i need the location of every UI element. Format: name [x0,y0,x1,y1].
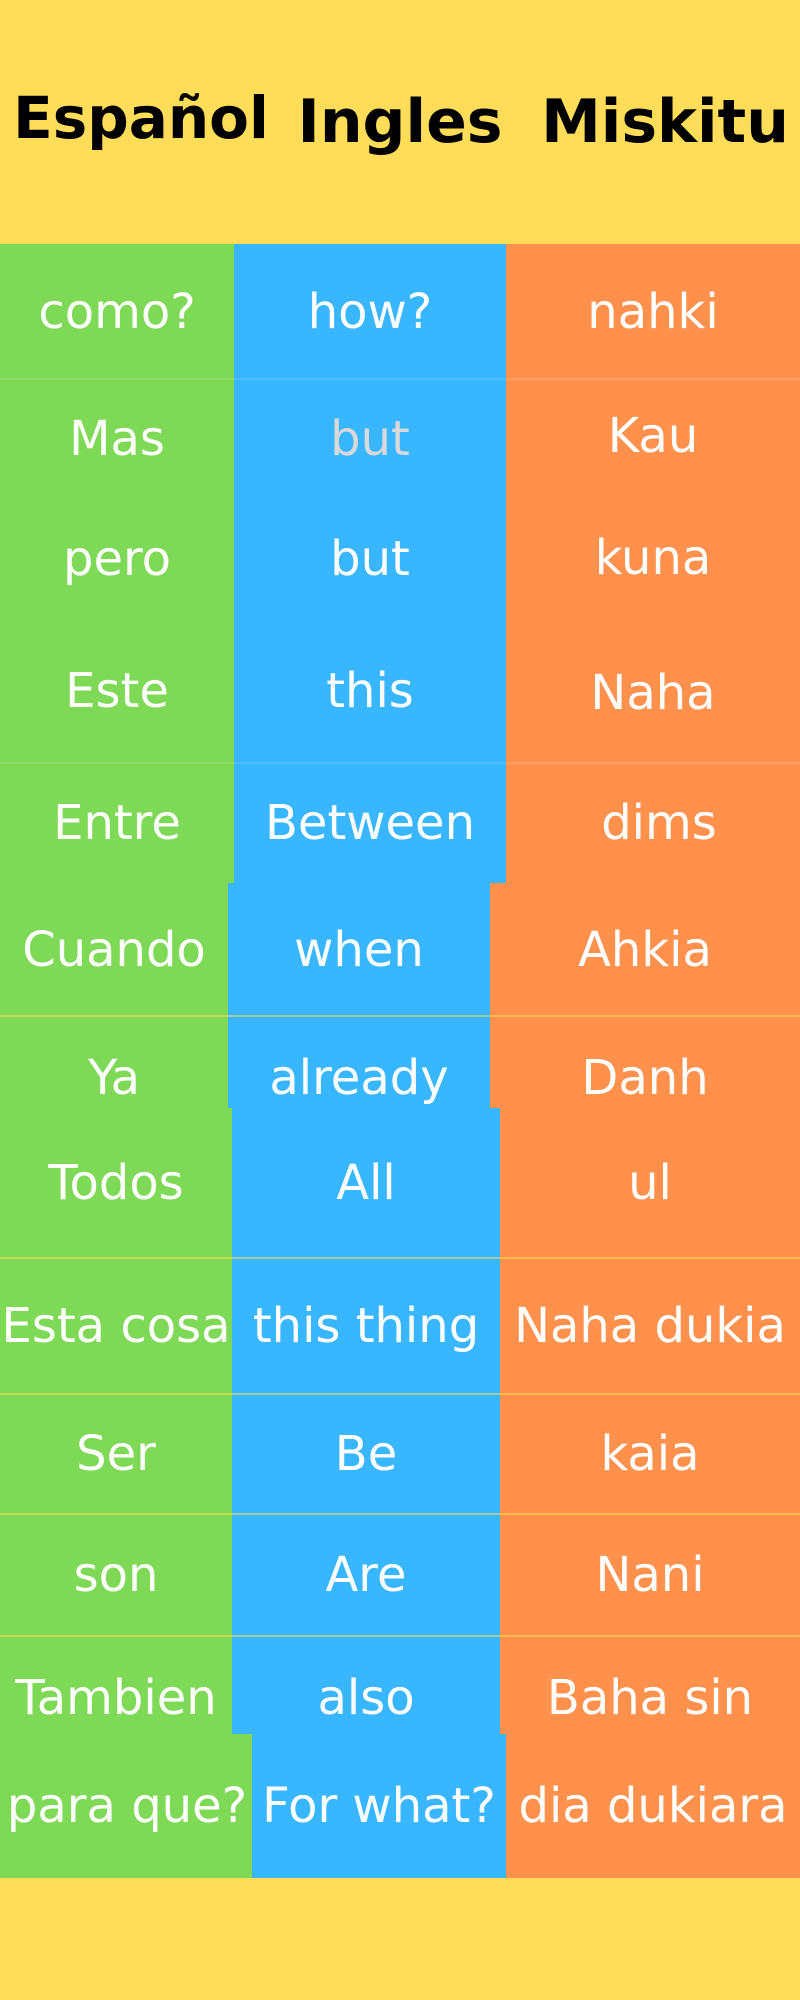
header-spanish: Español [13,84,269,152]
cell-miskitu: ul [500,1108,800,1258]
header-english: Ingles [297,87,503,157]
cell-miskitu: nahki [506,244,800,379]
cell-miskitu: Naha [506,623,800,763]
cell-miskitu: kuna [506,493,800,623]
cell-english: Between [234,763,506,883]
header-miskitu: Miskitu [541,87,789,157]
cell-spanish: Entre [0,763,234,883]
row-divider [0,1257,800,1259]
cell-english: For what? [252,1734,506,1878]
cell-spanish: como? [0,244,234,379]
cell-english: this thing [232,1258,500,1394]
cell-spanish: Mas [0,379,234,499]
row-divider [0,1635,800,1637]
header-band: Español Ingles Miskitu [0,0,800,244]
row-divider [0,1393,800,1395]
cell-spanish: Ser [0,1394,232,1514]
cell-miskitu: kaia [500,1394,800,1514]
cell-english: Are [232,1514,500,1636]
cell-miskitu: Naha dukia [500,1258,800,1394]
cell-spanish: pero [0,499,234,619]
cell-spanish: Cuando [0,883,228,1016]
cell-spanish: Esta cosa [0,1258,232,1394]
row-divider [0,378,800,380]
cell-english: but [234,499,506,619]
cell-spanish: Este [0,619,234,763]
cell-spanish: para que? [0,1734,252,1878]
cell-english: how? [234,244,506,379]
cell-english: but [234,379,506,499]
row-divider [0,762,800,764]
cell-miskitu: Kau [506,379,800,493]
cell-miskitu: Ahkia [490,883,800,1016]
cell-miskitu: dia dukiara [506,1734,800,1878]
cell-miskitu: Nani [500,1514,800,1636]
cell-spanish: Todos [0,1108,232,1258]
cell-english: this [234,619,506,763]
cell-english: Be [232,1394,500,1514]
cell-spanish: son [0,1514,232,1636]
cell-english: All [232,1108,500,1258]
cell-miskitu: dims [506,763,800,883]
cell-english: when [228,883,490,1016]
footer-band [0,1878,800,2000]
row-divider [0,1513,800,1515]
row-divider [0,1015,800,1017]
